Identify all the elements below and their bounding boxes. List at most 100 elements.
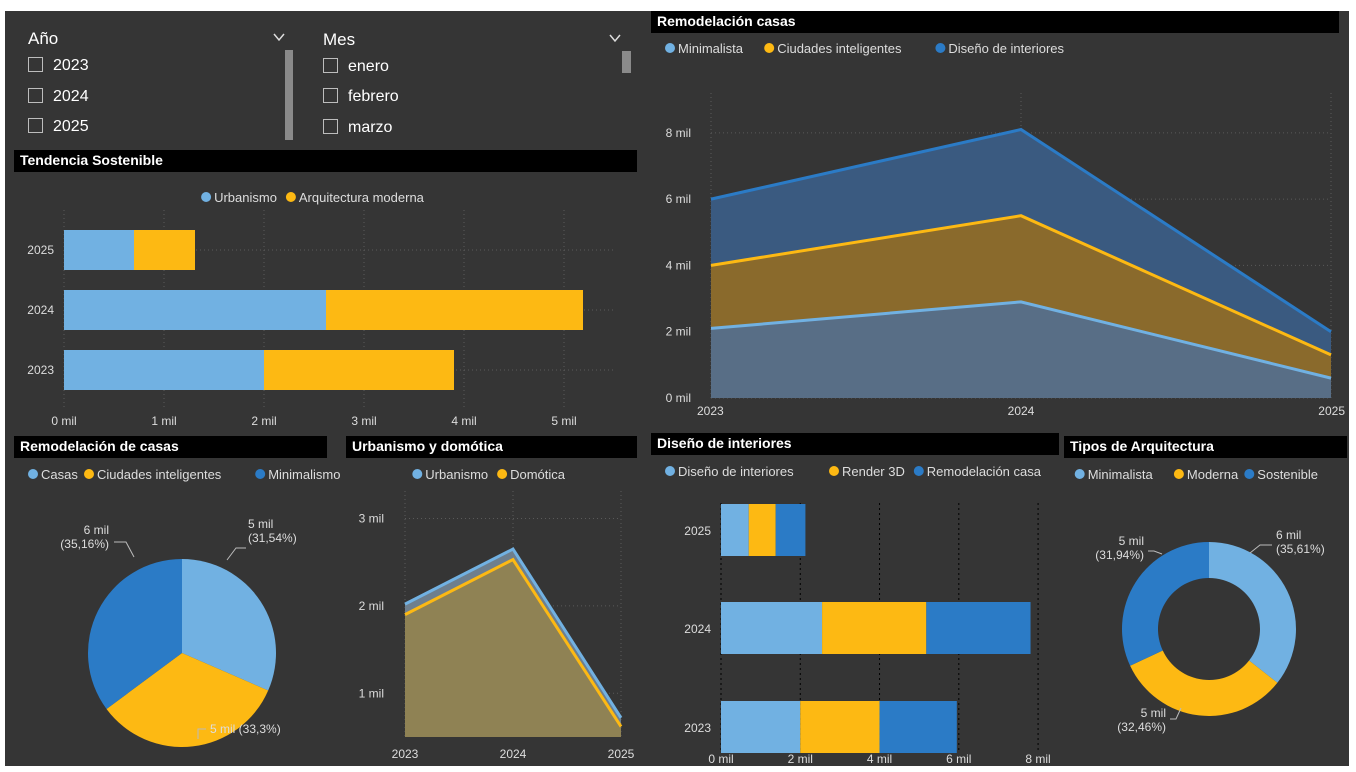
legend-marker: [935, 43, 946, 53]
month-option-febrero[interactable]: febrero: [323, 87, 399, 107]
checkbox[interactable]: [28, 118, 43, 133]
remodelacion-area-chart[interactable]: Minimalista Ciudades inteligentes Diseño d…: [651, 33, 1347, 423]
bar-segment: [822, 602, 927, 654]
bar-segment: [775, 504, 806, 556]
y-tick-label: 2 mil: [359, 599, 384, 613]
year-option-2024[interactable]: 2024: [28, 87, 89, 107]
legend-marker: [285, 192, 296, 202]
legend-marker: [764, 43, 775, 53]
checkbox[interactable]: [28, 88, 43, 103]
leader-line: [1249, 544, 1272, 554]
legend-marker: [1173, 469, 1184, 479]
data-label: (32,46%): [1117, 720, 1166, 734]
remodelacion-casas-visual[interactable]: Remodelación casas Minimalista Ciudades i…: [651, 11, 1347, 426]
bar-segment: [800, 701, 880, 753]
legend-marker: [412, 469, 423, 479]
month-option-enero[interactable]: enero: [323, 57, 389, 77]
y-tick-label: 8 mil: [666, 126, 691, 140]
y-tick-label: 2 mil: [666, 325, 691, 339]
year-slicer-title: Año: [28, 29, 59, 48]
y-tick-label: 0 mil: [666, 391, 691, 405]
legend-marker: [829, 466, 839, 476]
x-tick-label: 2023: [392, 747, 419, 761]
bar-segment: [721, 602, 823, 654]
x-tick-label: 0 mil: [708, 752, 733, 766]
visual-title: Diseño de interiores: [651, 433, 1059, 455]
urbanismo-domotica-chart[interactable]: Urbanismo Domótica 1 mil 2 mil 3 mil 2023 2024…: [346, 461, 641, 761]
data-label: (31,54%): [248, 531, 297, 545]
x-tick-label: 6 mil: [946, 752, 971, 766]
data-label: (31,94%): [1095, 548, 1144, 562]
tendencia-chart[interactable]: Urbanismo Arquitectura moderna 0 mil 1 mil 2…: [14, 175, 637, 428]
tendencia-sostenible-visual[interactable]: Tendencia Sostenible Urbanismo Arquitectu…: [14, 150, 637, 428]
x-tick-label: 4 mil: [867, 752, 892, 766]
y-tick-label: 2023: [684, 721, 711, 735]
leader-line: [114, 541, 135, 558]
x-tick-label: 0 mil: [51, 414, 76, 428]
year-option-2023[interactable]: 2023: [28, 56, 89, 76]
data-label: 5 mil: [1141, 706, 1166, 720]
chevron-down-icon[interactable]: [273, 31, 285, 43]
tipos-arquitectura-chart[interactable]: Minimalista Moderna Sostenible 6 mil(35,61%…: [1064, 461, 1347, 761]
x-tick-label: 4 mil: [451, 414, 476, 428]
data-label: 5 mil: [248, 517, 273, 531]
y-tick-label: 2023: [27, 363, 54, 377]
month-slicer[interactable]: Mes enero febrero marzo: [317, 25, 637, 143]
x-tick-label: 2024: [500, 747, 527, 761]
year-slicer[interactable]: Año 2023 2024 2025: [23, 25, 303, 143]
legend-marker: [255, 469, 266, 479]
year-slicer-scrollbar[interactable]: [285, 50, 293, 140]
checkbox[interactable]: [323, 119, 338, 134]
report-canvas: Año 2023 2024 2025 Mes enero febrero mar…: [5, 11, 1349, 766]
bar-segment: [134, 230, 195, 270]
legend-item: Arquitectura moderna: [299, 190, 425, 205]
y-tick-label: 6 mil: [666, 192, 691, 206]
bar-segment: [926, 602, 1031, 654]
data-label: 6 mil: [84, 523, 109, 537]
legend-marker: [913, 466, 924, 476]
y-tick-label: 4 mil: [666, 258, 691, 272]
legend-marker: [201, 192, 212, 202]
visual-title: Urbanismo y domótica: [346, 436, 637, 458]
diseno-interiores-chart[interactable]: Diseño de interiores Render 3D Remodelació…: [651, 458, 1059, 766]
x-tick-label: 1 mil: [151, 414, 176, 428]
data-label: (35,61%): [1276, 542, 1325, 556]
bar-segment: [879, 701, 957, 753]
legend-marker: [84, 469, 94, 479]
month-slicer-title: Mes: [323, 30, 356, 49]
x-tick-label: 2025: [608, 747, 635, 761]
y-tick-label: 2025: [684, 524, 711, 538]
bar-segment: [64, 290, 326, 330]
chevron-down-icon[interactable]: [609, 32, 621, 44]
checkbox[interactable]: [323, 88, 338, 103]
tipos-arquitectura-visual[interactable]: Tipos de Arquitectura Minimalista Moderna…: [1064, 436, 1347, 761]
urbanismo-domotica-visual[interactable]: Urbanismo y domótica Urbanismo Domótica 1 …: [346, 436, 641, 761]
x-tick-label: 2 mil: [788, 752, 813, 766]
leader-line: [226, 547, 246, 561]
month-option-marzo[interactable]: marzo: [323, 118, 392, 138]
visual-title: Tipos de Arquitectura: [1064, 436, 1347, 458]
remodelacion-pie-visual[interactable]: Remodelación de casas Casas Ciudades inte…: [14, 436, 340, 761]
checkbox[interactable]: [323, 58, 338, 73]
legend-item: Remodelación casa: [927, 464, 1042, 479]
remodelacion-pie-chart[interactable]: Casas Ciudades inteligentes Minimalismo 5 m…: [14, 461, 340, 761]
bar-segment: [64, 230, 134, 270]
legend-item: Moderna: [1187, 467, 1239, 482]
y-tick-label: 2025: [27, 243, 54, 257]
legend-item: Sostenible: [1257, 467, 1318, 482]
data-label: 5 mil (33,3%): [210, 722, 281, 736]
legend-marker: [497, 469, 508, 479]
legend-marker: [1074, 469, 1085, 479]
diseno-interiores-visual[interactable]: Diseño de interiores Diseño de interiore…: [651, 433, 1059, 766]
checkbox[interactable]: [28, 57, 43, 72]
month-slicer-scrollbar[interactable]: [622, 51, 631, 73]
x-tick-label: 5 mil: [551, 414, 576, 428]
legend-item: Urbanismo: [425, 467, 488, 482]
data-label: 6 mil: [1276, 528, 1301, 542]
legend-item: Minimalista: [1088, 467, 1154, 482]
pie-slice: [1209, 542, 1296, 683]
year-option-2025[interactable]: 2025: [28, 117, 89, 137]
legend-marker: [665, 466, 675, 476]
bar-segment: [748, 504, 776, 556]
bar-segment: [721, 701, 801, 753]
